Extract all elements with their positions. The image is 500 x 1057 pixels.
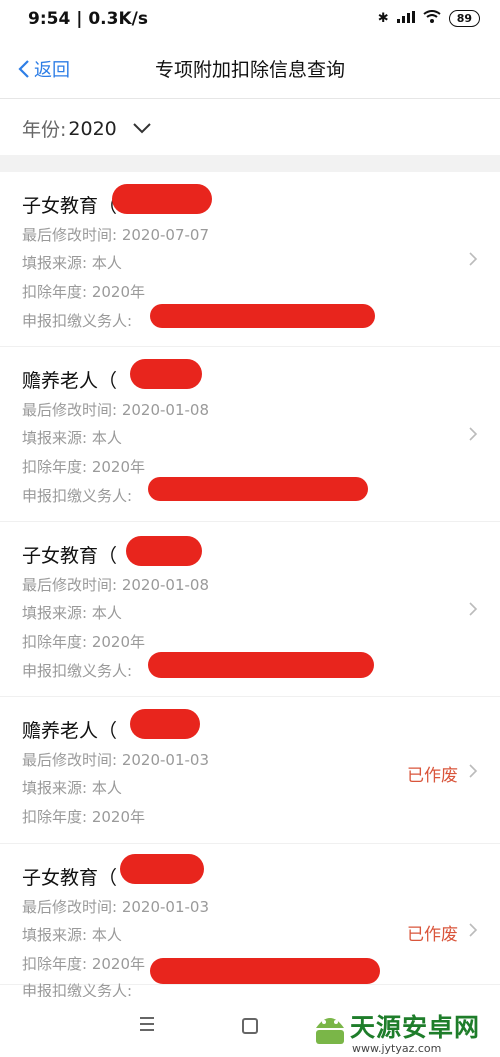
year-selector[interactable]: 年份: 2020 (22, 115, 151, 142)
record-card[interactable]: 子女教育（ 最后修改时间: 2020-01-03 填报来源: 本人 扣除年度: … (0, 844, 500, 1000)
redaction-mark (148, 477, 368, 501)
chevron-right-icon (469, 602, 478, 616)
status-bar: 9:54 | 0.3K/s ✱ 89 (0, 0, 500, 38)
record-source: 填报来源: 本人 (22, 779, 122, 797)
redaction-mark (148, 652, 374, 678)
year-label: 年份: (22, 119, 67, 141)
redaction-mark (130, 709, 200, 739)
signal-icon (396, 10, 415, 27)
watermark: 天源安卓网 www.jytyaz.com (310, 1006, 481, 1055)
record-card[interactable]: 子女教育（ 最后修改时间: 2020-07-07 填报来源: 本人 扣除年度: … (0, 172, 500, 347)
record-modified: 最后修改时间: 2020-01-08 (22, 401, 209, 419)
chevron-right-icon (469, 252, 478, 266)
redaction-mark (126, 536, 202, 566)
chevron-right-icon (469, 923, 478, 937)
status-icons: ✱ 89 (378, 10, 480, 27)
record-title: 子女教育（ (22, 195, 118, 217)
chevron-right-icon (469, 764, 478, 778)
record-modified: 最后修改时间: 2020-01-08 (22, 576, 209, 594)
battery-icon: 89 (448, 10, 480, 27)
menu-icon[interactable] (140, 1017, 154, 1035)
record-card[interactable]: 子女教育（ 最后修改时间: 2020-01-08 填报来源: 本人 扣除年度: … (0, 522, 500, 697)
watermark-url: www.jytyaz.com (352, 1042, 442, 1055)
home-icon[interactable] (242, 1018, 258, 1034)
status-time: 9:54 | 0.3K/s (28, 9, 148, 29)
record-modified: 最后修改时间: 2020-01-03 (22, 898, 209, 916)
android-logo-icon (316, 1018, 344, 1044)
record-source: 填报来源: 本人 (22, 926, 122, 944)
record-withholder: 申报扣缴义务人: (22, 487, 133, 505)
record-withholder: 申报扣缴义务人: (22, 662, 133, 680)
chevron-right-icon (469, 427, 478, 441)
record-modified: 最后修改时间: 2020-07-07 (22, 226, 209, 244)
redaction-mark (150, 958, 380, 984)
record-title: 赡养老人（ (22, 720, 118, 742)
record-year: 扣除年度: 2020年 (22, 633, 145, 651)
record-card[interactable]: 赡养老人（ 最后修改时间: 2020-01-08 填报来源: 本人 扣除年度: … (0, 347, 500, 522)
section-divider (0, 155, 500, 172)
record-withholder: 申报扣缴义务人: (22, 312, 133, 330)
record-year: 扣除年度: 2020年 (22, 955, 145, 973)
record-modified: 最后修改时间: 2020-01-03 (22, 751, 209, 769)
bluetooth-icon: ✱ (377, 11, 389, 26)
chevron-down-icon (133, 123, 151, 134)
record-title: 赡养老人（ (22, 370, 118, 392)
watermark-text: 天源安卓网 (350, 1013, 481, 1042)
record-title: 子女教育（ (22, 545, 118, 567)
year-value: 2020 (68, 117, 117, 140)
record-source: 填报来源: 本人 (22, 429, 122, 447)
record-year: 扣除年度: 2020年 (22, 458, 145, 476)
record-year: 扣除年度: 2020年 (22, 283, 145, 301)
wifi-icon (423, 10, 441, 27)
record-year: 扣除年度: 2020年 (22, 808, 145, 826)
record-card[interactable]: 赡养老人（ 最后修改时间: 2020-01-03 填报来源: 本人 扣除年度: … (0, 697, 500, 844)
page-title: 专项附加扣除信息查询 (154, 59, 345, 81)
redaction-mark (130, 359, 202, 389)
record-source: 填报来源: 本人 (22, 254, 122, 272)
record-title: 子女教育（ (22, 867, 118, 889)
status-badge: 已作废 (407, 925, 458, 945)
redaction-mark (120, 854, 204, 884)
year-filter[interactable]: 年份: 2020 (0, 99, 500, 155)
nav-bar: 返回 专项附加扣除信息查询 (0, 38, 500, 99)
redaction-mark (112, 184, 212, 214)
status-badge: 已作废 (407, 766, 458, 786)
record-list: 子女教育（ 最后修改时间: 2020-07-07 填报来源: 本人 扣除年度: … (0, 172, 500, 1000)
record-source: 填报来源: 本人 (22, 604, 122, 622)
redaction-mark (150, 304, 375, 328)
